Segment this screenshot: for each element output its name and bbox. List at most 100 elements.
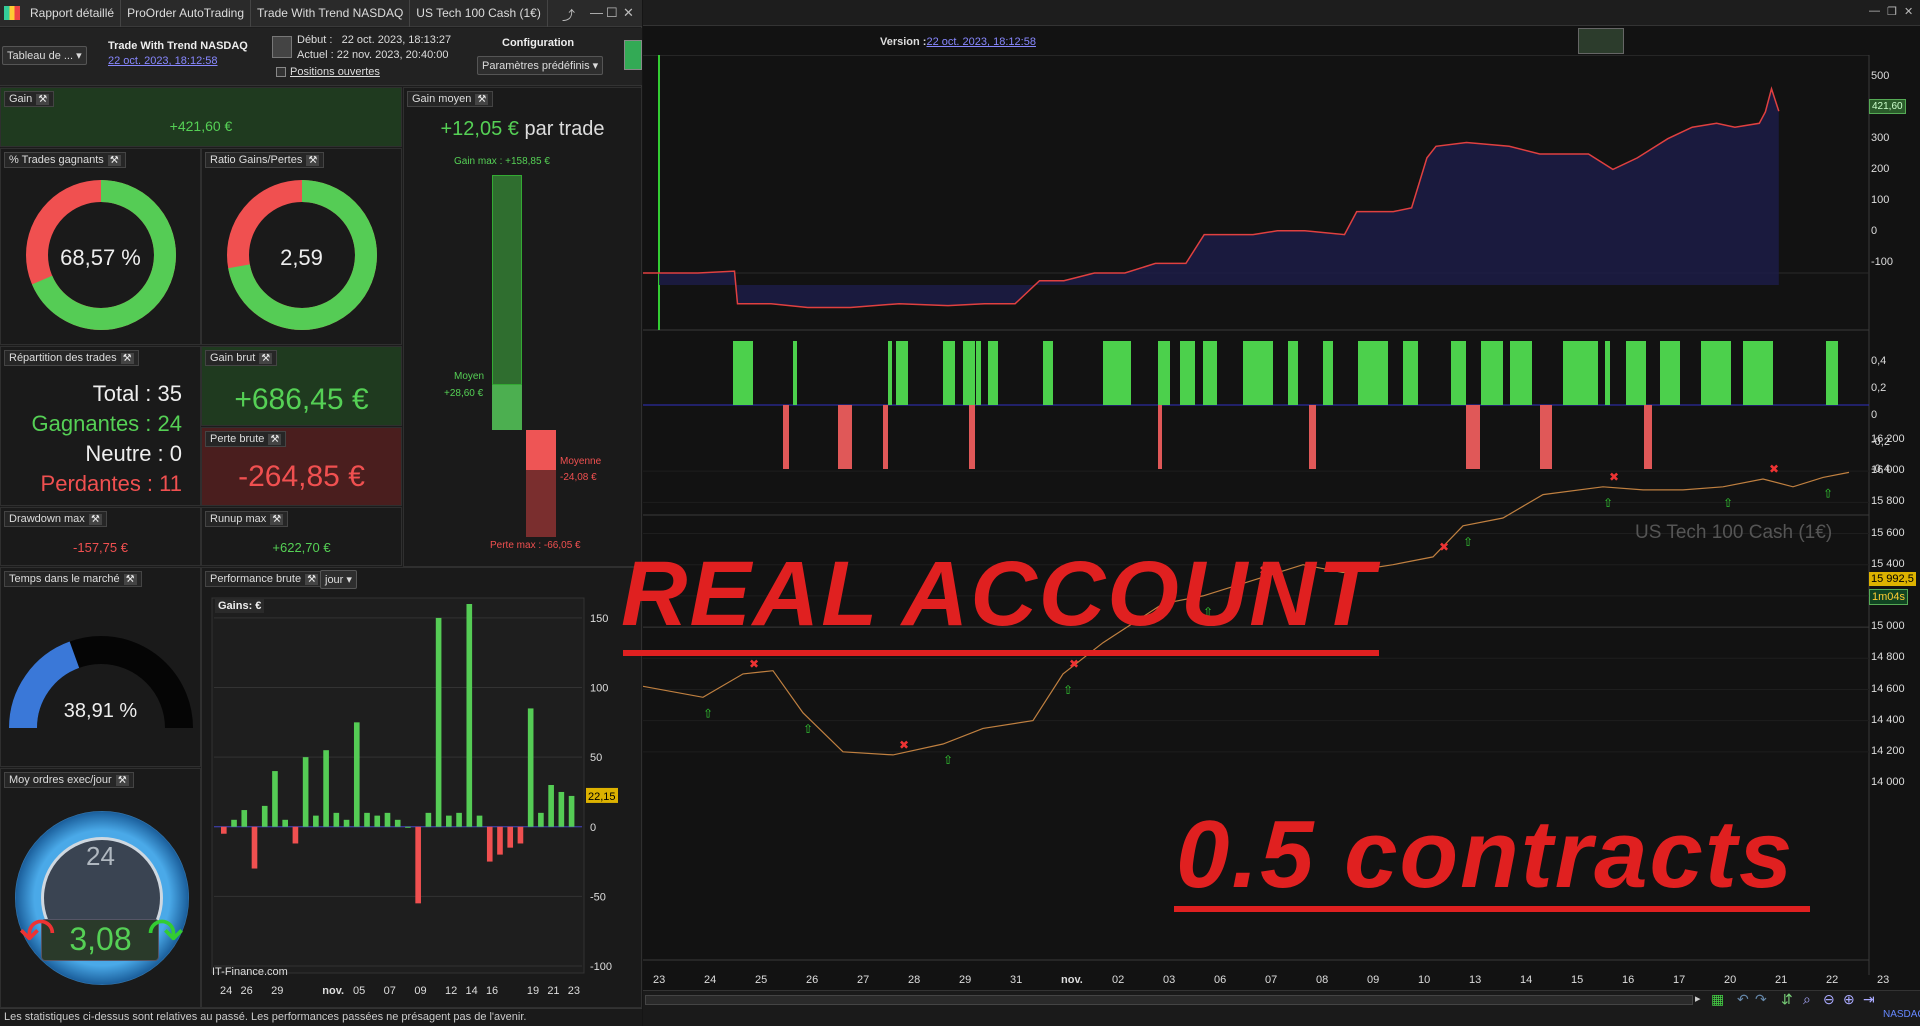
open-positions-row[interactable]: Positions ouvertes	[276, 66, 380, 78]
gain-brut-tile: Gain brut ⚒ +686,45 €	[201, 346, 402, 426]
backtest-icon[interactable]	[1578, 28, 1624, 54]
gain-max-label: Gain max : +158,85 €	[454, 156, 550, 167]
ratio-tile: Ratio Gains/Pertes ⚒ 2,59	[201, 148, 402, 345]
time-tick-label: 09	[1367, 974, 1380, 986]
gain-moyen-row: +12,05 € par trade	[404, 118, 641, 141]
export-icon[interactable]	[624, 40, 642, 70]
win-trade-bar	[1563, 341, 1598, 405]
sell-cross: ✖	[1069, 657, 1079, 671]
loss-trade-bar	[1309, 405, 1316, 469]
wrench-icon[interactable]: ⚒	[268, 434, 282, 445]
scroll-right-icon[interactable]: ▸	[1695, 992, 1701, 1005]
wrench-icon[interactable]: ⚒	[88, 514, 102, 525]
wrench-icon[interactable]: ⚒	[120, 353, 134, 364]
win-trade-bar	[1203, 341, 1217, 405]
wrench-icon[interactable]: ⚒	[270, 514, 284, 525]
minimize-icon[interactable]: —	[1869, 5, 1880, 17]
perte-brute-value: -264,85 €	[238, 460, 365, 493]
time-tick-label: 29	[959, 974, 972, 986]
scroll-end-icon[interactable]: ⇥	[1863, 991, 1875, 1008]
trade-tick-label: 0,4	[1871, 355, 1887, 367]
win-trade-bar	[1826, 341, 1838, 405]
redo-icon[interactable]: ↷	[1755, 991, 1767, 1008]
zoom-fit-icon[interactable]: ⌕	[1803, 991, 1811, 1008]
wrench-icon[interactable]: ⚒	[123, 574, 137, 585]
version-date-link[interactable]: 22 oct. 2023, 18:12:58	[926, 36, 1035, 48]
win-trade-bar	[988, 341, 998, 405]
gain-tile: Gain ⚒ +421,60 €	[0, 87, 402, 147]
buy-arrow: ⇧	[1603, 496, 1613, 510]
close-icon[interactable]: ✕	[1904, 5, 1913, 18]
x-tick-label: 21	[547, 985, 559, 997]
price-tick-label: 15 600	[1871, 526, 1905, 539]
current-label: Actuel :	[297, 49, 334, 61]
period-select[interactable]: jour ▾	[320, 570, 357, 589]
close-icon[interactable]: ✕	[623, 5, 634, 21]
zoom-out-icon[interactable]: ⊖	[1823, 991, 1835, 1008]
pct-trades-value: 68,57 %	[60, 245, 141, 270]
current-row: Actuel : 22 nov. 2023, 20:40:00	[297, 49, 448, 61]
win-trade-bar	[1403, 341, 1418, 405]
open-positions-label: Positions ouvertes	[290, 66, 380, 78]
bar	[507, 826, 514, 848]
time-tick-label: 16	[1622, 974, 1635, 986]
preset-select[interactable]: Paramètres prédéfinis ▾	[477, 56, 604, 75]
win-trade-bar	[943, 341, 955, 405]
wrench-icon[interactable]: ⚒	[475, 94, 489, 105]
bar	[568, 795, 575, 827]
sell-cross: ✖	[1609, 470, 1619, 484]
undo-icon[interactable]: ↶	[1737, 991, 1749, 1008]
bar	[231, 819, 237, 827]
equity-tick-label: 0	[1871, 225, 1878, 237]
buy-arrow: ⇧	[1063, 683, 1073, 697]
calendar-icon[interactable]: ▦	[1711, 991, 1724, 1008]
it-finance-watermark: IT-Finance.com	[212, 966, 288, 978]
sell-cross: ✖	[1769, 462, 1779, 476]
overlay-underline-2	[1174, 906, 1810, 912]
y-tick-label: -100	[590, 961, 612, 973]
wrench-icon[interactable]: ⚒	[306, 155, 320, 166]
price-tick-label: 14 400	[1871, 713, 1905, 726]
restore-icon[interactable]: ❐	[1887, 5, 1897, 18]
wrench-icon[interactable]: ⚒	[107, 155, 121, 166]
wrench-icon[interactable]: ⚒	[259, 353, 273, 364]
win-trade-bar	[1626, 341, 1646, 405]
bar	[476, 815, 483, 827]
bar	[323, 750, 329, 827]
repartition-label: Répartition des trades ⚒	[4, 350, 139, 366]
minimize-icon[interactable]: —	[590, 5, 603, 20]
maximize-icon[interactable]: ☐	[606, 5, 618, 21]
bar	[333, 812, 340, 827]
wrench-icon[interactable]: ⚒	[115, 775, 129, 786]
perte-max-label: Perte max : -66,05 €	[490, 540, 581, 551]
horizontal-scrollbar[interactable]	[645, 995, 1693, 1005]
bar	[384, 812, 391, 827]
win-trade-bar	[1158, 341, 1170, 405]
equity-area	[643, 88, 1779, 308]
overlay-underline-1	[623, 650, 1379, 656]
wrench-icon[interactable]: ⚒	[36, 94, 50, 105]
price-chart-window: — ❐ ✕ Version :22 oct. 2023, 18:12:58 ⇧ ✖…	[621, 0, 1920, 1026]
open-positions-checkbox[interactable]	[276, 67, 286, 78]
tab-instrument[interactable]: US Tech 100 Cash (1€)	[410, 0, 548, 27]
bar	[374, 815, 381, 827]
time-tick-label: 02	[1112, 974, 1125, 986]
bar	[405, 826, 411, 828]
bar	[558, 791, 565, 827]
tab-rapport[interactable]: Rapport détaillé	[24, 0, 122, 27]
view-select[interactable]: Tableau de ... ▾	[2, 46, 87, 65]
bar	[456, 812, 462, 827]
zoom-in-icon[interactable]: ⊕	[1843, 991, 1855, 1008]
tab-proorder[interactable]: ProOrder AutoTrading	[121, 0, 252, 27]
gain-moyen-tile: Gain moyen ⚒ +12,05 € par trade Gain max …	[403, 87, 642, 567]
strategy-name: Trade With Trend NASDAQ	[108, 40, 248, 52]
time-tick-label: 28	[908, 974, 921, 986]
tab-strategy[interactable]: Trade With Trend NASDAQ	[251, 0, 411, 27]
wrench-icon[interactable]: ⚒	[305, 574, 319, 585]
share-icon[interactable]: ⤴	[562, 5, 575, 24]
x-tick-label: 16	[486, 985, 498, 997]
strategy-date-link[interactable]: 22 oct. 2023, 18:12:58	[108, 55, 217, 67]
sell-cross: ✖	[749, 657, 759, 671]
auto-trade-icon[interactable]: ⇵	[1781, 991, 1793, 1008]
win-trade-bar	[1358, 341, 1388, 405]
